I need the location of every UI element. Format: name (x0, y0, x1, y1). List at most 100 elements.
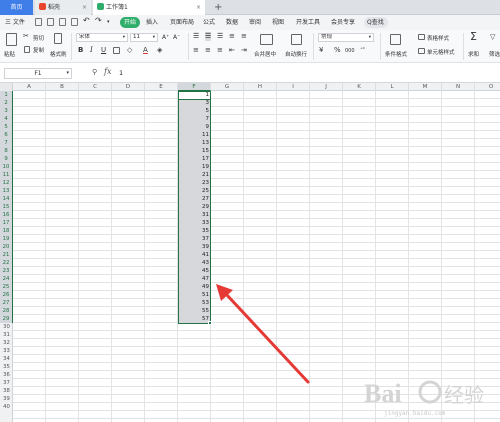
cell-f24[interactable]: 47 (178, 275, 209, 283)
row-header-15[interactable]: 15 (0, 203, 13, 211)
close-icon[interactable]: × (82, 0, 87, 15)
row-header-36[interactable]: 36 (0, 371, 13, 379)
cell-f29[interactable]: 57 (178, 315, 209, 323)
column-header-n[interactable]: N (442, 83, 475, 91)
row-header-25[interactable]: 25 (0, 283, 13, 291)
column-header-d[interactable]: D (112, 83, 145, 91)
conditional-format-button[interactable]: 条件格式 (385, 50, 407, 58)
tab-workbook[interactable]: 工作簿1 × (93, 0, 205, 15)
row-header-29[interactable]: 29 (0, 315, 13, 323)
row-header-32[interactable]: 32 (0, 339, 13, 347)
indent-decrease-icon[interactable]: ⇤ (229, 46, 235, 55)
cell-f19[interactable]: 37 (178, 235, 209, 243)
row-header-12[interactable]: 12 (0, 179, 13, 187)
row-header-1[interactable]: 1 (0, 91, 13, 99)
column-header-i[interactable]: I (277, 83, 310, 91)
column-header-a[interactable]: A (13, 83, 46, 91)
cell-f15[interactable]: 29 (178, 203, 209, 211)
row-header-22[interactable]: 22 (0, 259, 13, 267)
sum-button[interactable]: 求和 (468, 50, 479, 58)
row-header-34[interactable]: 34 (0, 355, 13, 363)
filter-button[interactable]: 筛选 (489, 50, 500, 58)
row-header-6[interactable]: 6 (0, 131, 13, 139)
row-header-19[interactable]: 19 (0, 235, 13, 243)
cell-f20[interactable]: 39 (178, 243, 209, 251)
align-justify-icon[interactable]: ≡ (229, 32, 235, 41)
column-header-o[interactable]: O (475, 83, 500, 91)
row-header-9[interactable]: 9 (0, 155, 13, 163)
number-format-select[interactable]: 常规 ▾ (318, 33, 374, 42)
cut-icon[interactable]: ✂ (23, 32, 29, 41)
cell-f26[interactable]: 51 (178, 291, 209, 299)
row-header-33[interactable]: 33 (0, 347, 13, 355)
cell-f5[interactable]: 9 (178, 123, 210, 131)
cell-f16[interactable]: 31 (178, 211, 209, 219)
row-header-39[interactable]: 39 (0, 395, 13, 403)
select-all-corner[interactable] (0, 83, 13, 91)
cell-f27[interactable]: 53 (178, 299, 209, 307)
row-header-11[interactable]: 11 (0, 171, 13, 179)
fill-color-icon[interactable]: ◇ (127, 46, 132, 55)
column-header-l[interactable]: L (376, 83, 409, 91)
border-icon[interactable] (113, 47, 120, 54)
column-header-b[interactable]: B (46, 83, 79, 91)
row-header-38[interactable]: 38 (0, 387, 13, 395)
align-distributed-icon[interactable]: ≡ (241, 32, 247, 41)
cell-f18[interactable]: 35 (178, 227, 209, 235)
row-header-17[interactable]: 17 (0, 219, 13, 227)
column-header-f[interactable]: F (178, 83, 211, 91)
menu-data[interactable]: 数据 (226, 17, 238, 28)
row-header-3[interactable]: 3 (0, 107, 13, 115)
cell-style-button[interactable]: 单元格样式 (427, 48, 455, 56)
cell-f12[interactable]: 23 (178, 179, 209, 187)
filter-icon[interactable]: ▽ (490, 33, 495, 42)
cell-style-icon[interactable] (418, 48, 425, 54)
menu-insert[interactable]: 插入 (146, 17, 158, 28)
new-tab-button[interactable]: + (214, 1, 222, 14)
fill-handle[interactable] (208, 321, 212, 325)
italic-button[interactable]: I (90, 46, 93, 55)
row-header-30[interactable]: 30 (0, 323, 13, 331)
column-header-c[interactable]: C (79, 83, 112, 91)
table-style-button[interactable]: 表格样式 (427, 34, 449, 42)
row-header-35[interactable]: 35 (0, 363, 13, 371)
row-header-18[interactable]: 18 (0, 227, 13, 235)
menu-page-layout[interactable]: 页面布局 (170, 17, 194, 28)
cell-f9[interactable]: 17 (178, 155, 209, 163)
fx-button[interactable]: fx (104, 67, 111, 76)
cell-f21[interactable]: 41 (178, 251, 209, 259)
font-shrink-button[interactable]: A⁻ (173, 33, 180, 42)
underline-button[interactable]: U (101, 46, 106, 55)
menu-view[interactable]: 视图 (272, 17, 284, 28)
zoom-icon[interactable]: ⚲ (92, 68, 97, 76)
table-style-icon[interactable] (418, 34, 425, 40)
menu-formula[interactable]: 公式 (203, 17, 215, 28)
row-header-2[interactable]: 2 (0, 99, 13, 107)
merge-center-icon[interactable] (260, 34, 273, 45)
align-left-icon[interactable]: ≡ (193, 46, 199, 55)
redo-icon[interactable]: ↷ (95, 15, 102, 26)
row-header-10[interactable]: 10 (0, 163, 13, 171)
row-header-13[interactable]: 13 (0, 187, 13, 195)
tab-home[interactable]: 首页 (0, 0, 33, 15)
undo-icon[interactable]: ↶ (83, 15, 90, 26)
font-name-select[interactable]: 宋体 ▾ (76, 33, 128, 42)
row-header-14[interactable]: 14 (0, 195, 13, 203)
print-preview-icon[interactable] (47, 18, 54, 26)
sum-icon[interactable]: Σ (470, 31, 477, 42)
menu-review[interactable]: 审阅 (249, 17, 261, 28)
cell-f2[interactable]: 3 (178, 99, 210, 107)
find-icon[interactable] (71, 18, 78, 26)
column-header-m[interactable]: M (409, 83, 442, 91)
align-right-icon[interactable]: ≡ (217, 46, 223, 55)
currency-button[interactable]: ¥ (319, 46, 323, 55)
formula-input[interactable]: 1 (119, 68, 489, 79)
menu-start[interactable]: 开始 (120, 17, 141, 28)
quick-access-more-icon[interactable]: ▾ (107, 17, 110, 28)
menu-file[interactable]: 三 文件 (5, 17, 25, 28)
paste-button[interactable]: 粘贴 (4, 50, 15, 58)
row-header-28[interactable]: 28 (0, 307, 13, 315)
column-header-k[interactable]: K (343, 83, 376, 91)
format-painter-icon[interactable] (54, 33, 62, 44)
wrap-text-button[interactable]: 自动换行 (285, 50, 307, 58)
